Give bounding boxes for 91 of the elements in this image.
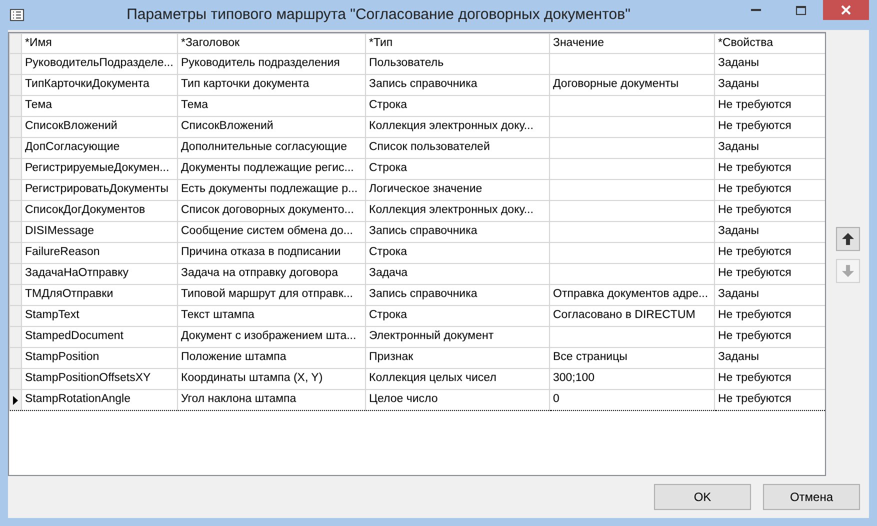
table-cell: Запись справочника — [369, 225, 478, 238]
dialog-button[interactable]: Отмена — [763, 484, 860, 510]
column-header[interactable]: *Заголовок — [178, 34, 366, 54]
table-cell: StampRotationAngle — [25, 393, 130, 406]
column-header[interactable]: Значение — [550, 34, 714, 54]
table-cell: Строка — [369, 246, 408, 258]
table-cell: Не требуются — [718, 120, 792, 132]
move-up-button[interactable] — [836, 227, 860, 251]
table-cell: StampPositionOffsetsXY — [25, 372, 151, 384]
table-cell: Не требуются — [718, 330, 792, 342]
minimize-icon — [750, 8, 760, 12]
table-cell: Строка — [369, 309, 408, 322]
table-cell: Не требуются — [718, 393, 792, 406]
table-cell: Заданы — [718, 225, 760, 238]
table-cell: FailureReason — [25, 246, 100, 258]
table-cell: Строка — [369, 99, 408, 112]
table-cell: Список пользователей — [369, 141, 490, 154]
table-cell: 0 — [553, 393, 560, 406]
table-cell: Пользователь — [369, 57, 444, 70]
column-header[interactable]: *Свойства — [714, 34, 825, 54]
table-cell: Не требуются — [718, 246, 792, 258]
close-icon — [841, 5, 851, 15]
table-cell: Договорные документы — [553, 78, 679, 90]
table-cell: Не требуются — [718, 162, 792, 174]
down-arrow-icon — [840, 264, 854, 278]
table-cell: Текст штампа — [181, 309, 254, 322]
table-cell: ТМДляОтправки — [25, 288, 114, 300]
table-cell: Заданы — [718, 57, 760, 70]
table-cell: Электронный документ — [369, 330, 494, 342]
window-icon — [10, 9, 24, 21]
dialog-button[interactable]: OK — [654, 484, 751, 510]
maximize-icon — [796, 6, 806, 14]
table-cell: Тип карточки документа — [181, 78, 310, 90]
table-cell: Руководитель подразделения — [181, 57, 340, 70]
table-cell: Есть документы подлежащие р... — [181, 183, 358, 196]
table-cell: ТипКарточкиДокумента — [25, 78, 150, 90]
column-header[interactable]: *Имя — [22, 34, 178, 54]
table-cell: Документ с изображением шта... — [181, 330, 356, 342]
table-cell: СписокВложений — [25, 120, 118, 132]
column-header[interactable]: *Тип — [366, 34, 550, 54]
table-cell: Не требуются — [718, 372, 792, 384]
table-cell: Угол наклона штампа — [181, 393, 296, 406]
table-cell: Заданы — [718, 351, 760, 364]
table-cell: Коллекция целых чисел — [369, 372, 496, 384]
table-cell: Не требуются — [718, 309, 792, 322]
table-cell: Не требуются — [718, 99, 792, 112]
table-cell: Строка — [369, 162, 408, 174]
table-cell: StampPosition — [25, 351, 100, 364]
table-cell: РегистрируемыеДокумен... — [25, 162, 170, 174]
table-cell: ЗадачаНаОтправку — [25, 267, 129, 280]
table-cell: Тема — [25, 99, 52, 112]
table-cell: РуководительПодразделе... — [25, 57, 174, 70]
table-cell: СписокДогДокументов — [25, 204, 146, 216]
table-cell: Коллекция электронных доку... — [369, 120, 534, 132]
table-cell: Коллекция электронных доку... — [369, 204, 534, 216]
up-arrow-icon — [840, 232, 854, 246]
table-cell: СписокВложений — [181, 120, 274, 132]
table-cell: Не требуются — [718, 204, 792, 216]
table-cell: Задача на отправку договора — [181, 267, 338, 280]
table-cell: Не требуются — [718, 267, 792, 280]
table-cell: Список договорных документо... — [181, 204, 354, 216]
table-cell: Причина отказа в подписании — [181, 246, 341, 258]
table-cell: Отправка документов адре... — [553, 288, 708, 300]
table-cell: StampText — [25, 309, 80, 322]
close-button[interactable] — [823, 0, 869, 20]
table-cell: ДопСогласующие — [25, 141, 120, 154]
table-cell: Все страницы — [553, 351, 628, 364]
table-cell: Координаты штампа (X, Y) — [181, 372, 323, 384]
table-cell: Сообщение систем обмена до... — [181, 225, 354, 238]
table-cell: Типовой маршрут для отправк... — [181, 288, 353, 300]
table-cell: 300;100 — [553, 372, 595, 384]
window-title: Параметры типового маршрута "Согласование договорных документов" — [126, 4, 632, 25]
table-cell: РегистрироватьДокументы — [25, 183, 168, 196]
table-cell: DISIMessage — [25, 225, 94, 238]
table-cell: Тема — [181, 99, 208, 112]
current-row-icon — [13, 396, 18, 404]
table-cell: StampedDocument — [25, 330, 124, 342]
table-cell: Логическое значение — [369, 183, 482, 196]
table-cell: Запись справочника — [369, 288, 478, 300]
table-cell: Задача — [369, 267, 408, 280]
table-cell: Не требуются — [718, 183, 792, 196]
table-cell: Положение штампа — [181, 351, 286, 364]
table-cell: Согласовано в DIRECTUM — [553, 309, 696, 322]
table-cell: Признак — [369, 351, 414, 364]
table-cell: Заданы — [718, 288, 760, 300]
table-cell: Целое число — [369, 393, 438, 406]
table-cell: Заданы — [718, 78, 760, 90]
table-cell: Дополнительные согласующие — [181, 141, 347, 154]
table-cell: Заданы — [718, 141, 760, 154]
table-cell: Документы подлежащие регис... — [181, 162, 354, 174]
table-cell: Запись справочника — [369, 78, 478, 90]
